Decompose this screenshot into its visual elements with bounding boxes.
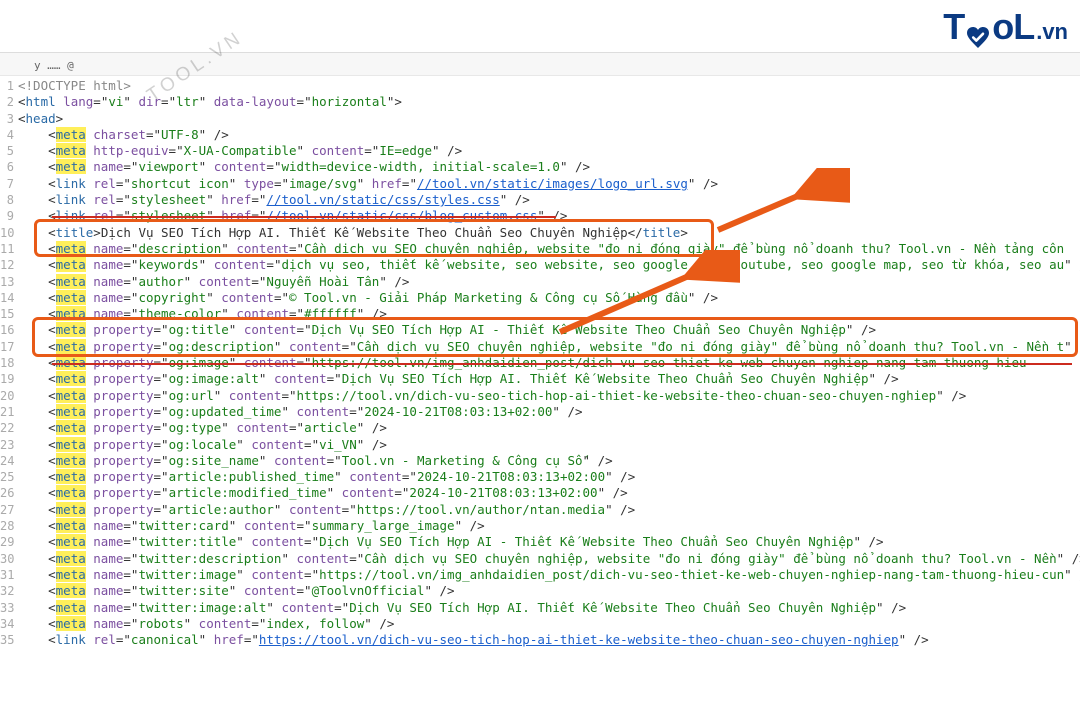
code-line[interactable]: <meta name="twitter:image:alt" content="…	[18, 600, 1080, 616]
code-line[interactable]: <meta name="twitter:title" content="Dịch…	[18, 534, 1080, 550]
code-content[interactable]: <!DOCTYPE html><html lang="vi" dir="ltr"…	[18, 76, 1080, 720]
code-line[interactable]: <!DOCTYPE html>	[18, 78, 1080, 94]
code-line[interactable]: <link rel="shortcut icon" type="image/sv…	[18, 176, 1080, 192]
code-line[interactable]: <meta property="og:locale" content="vi_V…	[18, 437, 1080, 453]
code-line[interactable]: <meta name="twitter:card" content="summa…	[18, 518, 1080, 534]
code-line[interactable]: <meta http-equiv="X-UA-Compatible" conte…	[18, 143, 1080, 159]
code-line[interactable]: <meta name="twitter:image" content="http…	[18, 567, 1080, 583]
code-line[interactable]: <meta name="viewport" content="width=dev…	[18, 159, 1080, 175]
code-line[interactable]: <link rel="stylesheet" href="//tool.vn/s…	[18, 208, 1080, 224]
code-line[interactable]: <meta property="og:url" content="https:/…	[18, 388, 1080, 404]
code-line[interactable]: <html lang="vi" dir="ltr" data-layout="h…	[18, 94, 1080, 110]
code-line[interactable]: <meta charset="UTF-8" />	[18, 127, 1080, 143]
code-line[interactable]: <meta name="twitter:site" content="@Tool…	[18, 583, 1080, 599]
code-editor[interactable]: 1234567891011121314151617181920212223242…	[0, 76, 1080, 720]
code-line[interactable]: <meta property="article:modified_time" c…	[18, 485, 1080, 501]
line-number-gutter: 1234567891011121314151617181920212223242…	[0, 76, 18, 720]
logo-text-2: oL	[992, 6, 1034, 48]
editor-tabstrip: y …… @	[0, 52, 1080, 76]
code-line[interactable]: <meta property="og:updated_time" content…	[18, 404, 1080, 420]
logo-text-1: T	[943, 6, 964, 48]
code-line[interactable]: <title>Dịch Vụ SEO Tích Hợp AI. Thiết Kế…	[18, 225, 1080, 241]
code-line[interactable]: <meta name="theme-color" content="#fffff…	[18, 306, 1080, 322]
code-line[interactable]: <meta property="og:site_name" content="T…	[18, 453, 1080, 469]
brand-logo: T oL .vn	[943, 6, 1068, 48]
code-line[interactable]: <meta name="twitter:description" content…	[18, 551, 1080, 567]
logo-suffix: .vn	[1036, 19, 1068, 45]
code-line[interactable]: <meta name="keywords" content="dịch vụ s…	[18, 257, 1080, 273]
code-line[interactable]: <meta property="article:published_time" …	[18, 469, 1080, 485]
check-heart-icon	[965, 16, 991, 38]
code-line[interactable]: <meta name="copyright" content="© Tool.v…	[18, 290, 1080, 306]
code-line[interactable]: <meta property="og:title" content="Dịch …	[18, 322, 1080, 338]
code-line[interactable]: <link rel="canonical" href="https://tool…	[18, 632, 1080, 648]
code-line[interactable]: <meta property="og:image" content="https…	[18, 355, 1080, 371]
code-line[interactable]: <meta property="og:description" content=…	[18, 339, 1080, 355]
code-line[interactable]: <link rel="stylesheet" href="//tool.vn/s…	[18, 192, 1080, 208]
code-line[interactable]: <head>	[18, 111, 1080, 127]
code-line[interactable]: <meta property="article:author" content=…	[18, 502, 1080, 518]
code-line[interactable]: <meta name="description" content="Cần dị…	[18, 241, 1080, 257]
tab-marker: y …… @	[34, 59, 74, 72]
code-line[interactable]: <meta property="og:image:alt" content="D…	[18, 371, 1080, 387]
code-line[interactable]: <meta name="robots" content="index, foll…	[18, 616, 1080, 632]
code-line[interactable]: <meta property="og:type" content="articl…	[18, 420, 1080, 436]
code-line[interactable]: <meta name="author" content="Nguyễn Hoài…	[18, 274, 1080, 290]
